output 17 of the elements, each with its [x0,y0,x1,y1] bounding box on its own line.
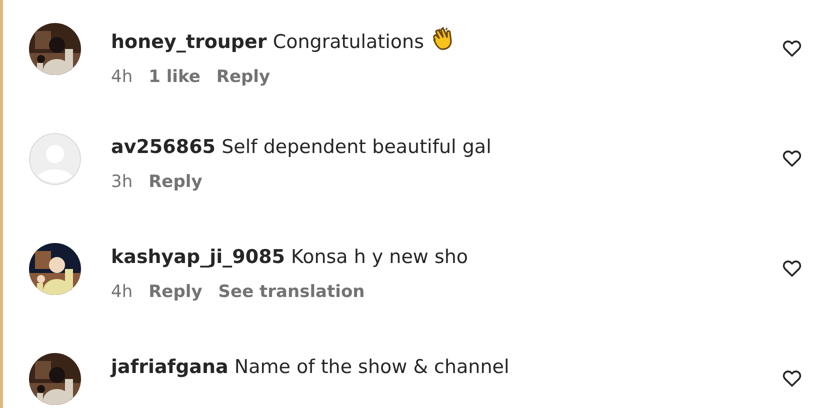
comment-text: jafriafgana Name of the show & channel [111,356,510,378]
timestamp: 4h [111,67,133,87]
heart-icon[interactable] [782,259,802,277]
comment-action-link[interactable]: Reply [148,282,202,302]
heart-icon[interactable] [782,149,802,167]
comment-action-link[interactable]: Reply [148,172,202,192]
comment-action-link[interactable]: 1 like [148,67,200,87]
comment-text: kashyap_ji_9085 Konsa h y new sho [111,246,468,268]
timestamp: 4h [111,282,133,302]
comment-text: av256865 Self dependent beautiful gal [111,136,492,158]
heart-icon[interactable] [782,369,802,387]
comment-action-link[interactable]: See translation [218,282,365,302]
avatar-icon [29,133,81,185]
comment-action-link[interactable]: Reply [216,67,270,87]
timestamp: 3h [111,172,133,192]
comment-text: honey_trouper Congratulations [111,31,424,53]
heart-icon[interactable] [782,39,802,57]
